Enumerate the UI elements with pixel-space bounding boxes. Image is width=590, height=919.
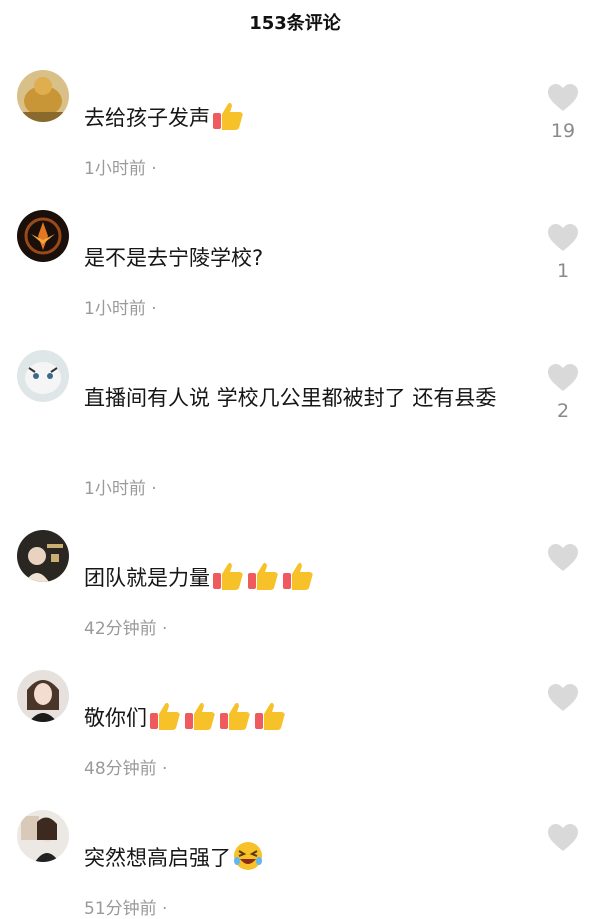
comment-time: 1小时前 [84,479,146,499]
thumbs-up-icon [281,561,315,603]
comment-count-title: 153条评论 [249,13,341,34]
thumbs-up-icon [148,701,182,743]
comment-meta: 48分钟前 · [84,754,167,779]
comment-body: 是不是去宁陵学校? [84,246,264,270]
like-icon[interactable] [548,224,578,252]
avatar[interactable] [17,210,69,262]
avatar[interactable] [17,70,69,122]
like-icon[interactable] [548,684,578,712]
meta-dot: · [151,159,157,179]
avatar[interactable] [17,350,69,402]
comment-body: 团队就是力量 [84,566,210,590]
meta-dot: · [162,899,168,919]
meta-dot: · [151,299,157,319]
avatar[interactable] [17,810,69,862]
comment-text: 团队就是力量 [84,560,534,603]
rolling-laughing-icon [232,841,264,883]
thumbs-up-icon [183,701,217,743]
comment-body: 突然想高启强了 [84,846,231,870]
avatar[interactable] [17,530,69,582]
comment-meta: 51分钟前 · [84,894,167,919]
thumbs-up-icon [253,701,287,743]
comment-meta: 1小时前 · [84,294,157,319]
comment-time: 51分钟前 [84,899,157,919]
comment-text: 敬你们 [84,700,534,743]
comment-meta: 42分钟前 · [84,614,167,639]
comment-time: 48分钟前 [84,759,157,779]
thumbs-up-icon [218,701,252,743]
comments-header: 153条评论 [0,0,590,44]
thumbs-up-icon [211,101,245,143]
comment-time: 1小时前 [84,159,146,179]
comment-time: 1小时前 [84,299,146,319]
comment-text: 直播间有人说 学校几公里都被封了 还有县委 [84,380,534,417]
thumbs-up-icon [246,561,280,603]
like-count: 19 [550,120,576,142]
comment-body: 去给孩子发声 [84,106,210,130]
comment-meta: 1小时前 · [84,474,157,499]
comment-body: 直播间有人说 学校几公里都被封了 还有县委 [84,386,497,410]
meta-dot: · [151,479,157,499]
comment-text: 突然想高启强了 [84,840,534,883]
comment-time: 42分钟前 [84,619,157,639]
comment-meta: 1小时前 · [84,154,157,179]
meta-dot: · [162,619,168,639]
like-count: 2 [556,400,570,422]
comment-text: 是不是去宁陵学校? [84,240,534,277]
thumbs-up-icon [211,561,245,603]
like-icon[interactable] [548,824,578,852]
like-icon[interactable] [548,544,578,572]
comment-text: 去给孩子发声 [84,100,534,143]
avatar[interactable] [17,670,69,722]
like-icon[interactable] [548,84,578,112]
like-count: 1 [556,260,570,282]
like-icon[interactable] [548,364,578,392]
meta-dot: · [162,759,168,779]
comment-body: 敬你们 [84,706,147,730]
